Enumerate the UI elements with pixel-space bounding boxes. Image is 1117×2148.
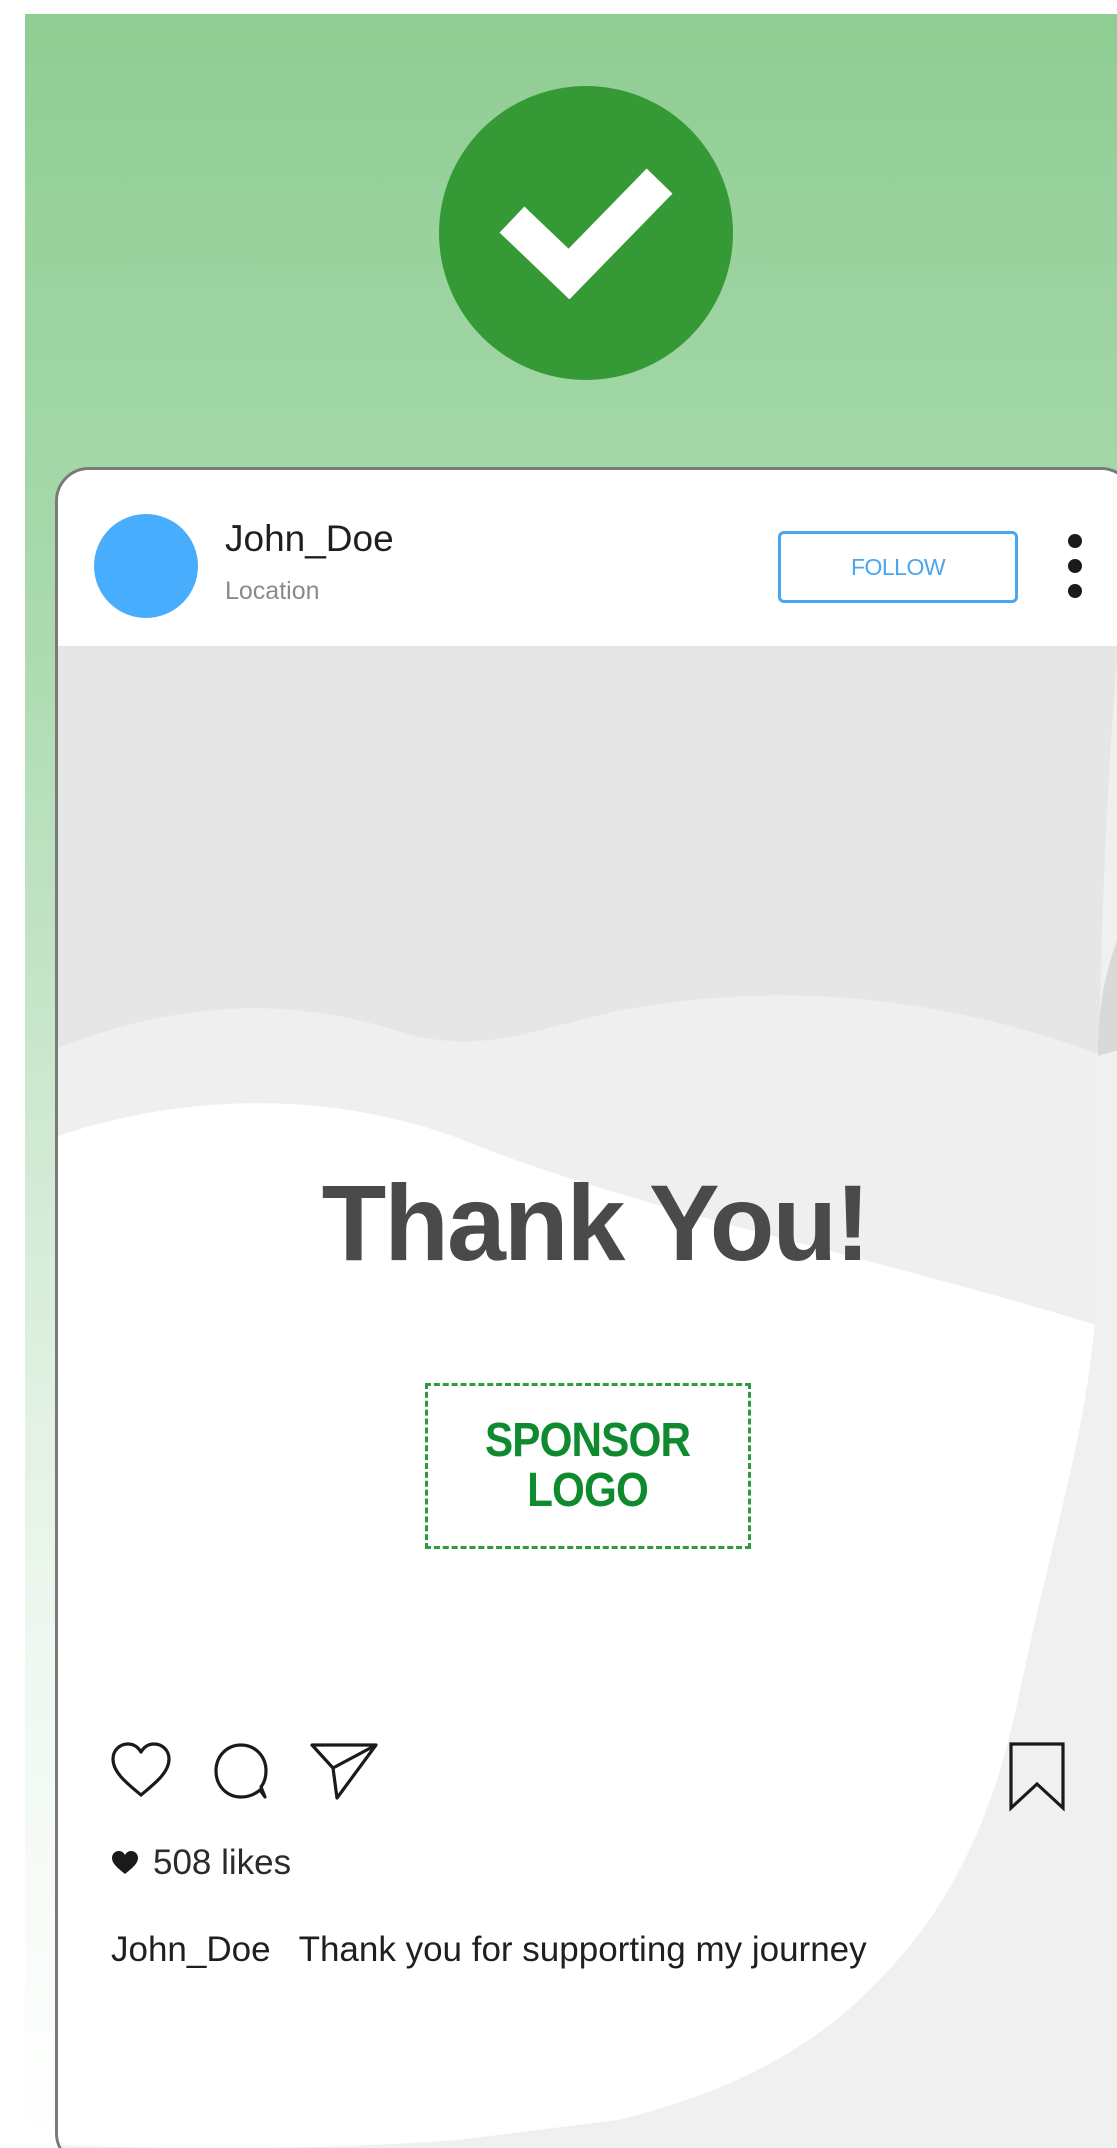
checkmark-icon <box>499 168 673 300</box>
heart-outline-icon[interactable] <box>108 1740 174 1800</box>
more-vertical-icon[interactable] <box>1060 532 1090 600</box>
comment-icon[interactable] <box>210 1740 272 1802</box>
follow-button[interactable]: FOLLOW <box>778 531 1018 603</box>
likes-count[interactable]: 508 likes <box>111 1843 291 1883</box>
phone-frame: John_Doe Location FOLLOW Thank You! SPON… <box>25 14 1117 2148</box>
heart-filled-icon <box>112 1851 138 1874</box>
success-badge <box>439 86 733 380</box>
thank-you-headline: Thank You! <box>321 1162 871 1283</box>
bookmark-icon[interactable] <box>1006 1740 1068 1812</box>
caption-text: Thank you for supporting my journey <box>298 1930 867 1969</box>
sponsor-logo-placeholder: SPONSOR LOGO <box>425 1383 751 1549</box>
post-caption: John_Doe Thank you for supporting my jour… <box>111 1930 867 1970</box>
send-icon[interactable] <box>308 1740 380 1802</box>
avatar[interactable] <box>94 514 198 618</box>
post-header: John_Doe Location FOLLOW <box>58 470 1117 646</box>
caption-username[interactable]: John_Doe <box>111 1930 271 1969</box>
sponsor-logo-text: SPONSOR LOGO <box>485 1414 691 1517</box>
post-username[interactable]: John_Doe <box>225 518 394 560</box>
likes-text: 508 likes <box>153 1843 292 1882</box>
post-location[interactable]: Location <box>225 577 320 606</box>
post-footer: 508 likes John_Doe Thank you for supporti… <box>58 1700 1117 2148</box>
post-image[interactable]: Thank You! SPONSOR LOGO <box>58 646 1117 1700</box>
post-card: John_Doe Location FOLLOW Thank You! SPON… <box>55 467 1117 2148</box>
